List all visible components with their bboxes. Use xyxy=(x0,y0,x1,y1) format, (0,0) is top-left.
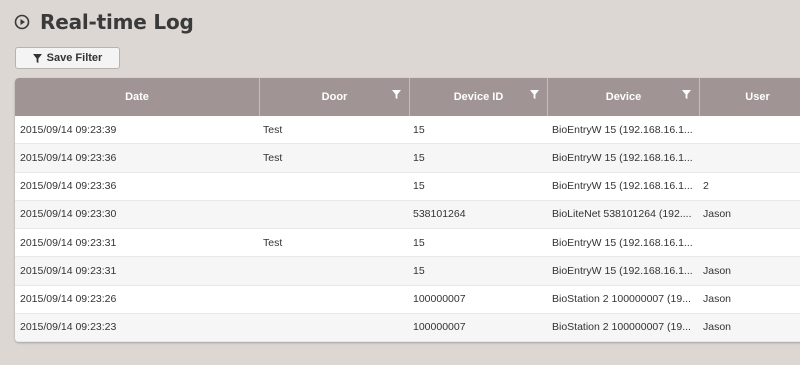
cell-date: 2015/09/14 09:23:36 xyxy=(20,151,117,164)
table-row[interactable]: 2015/09/14 09:23:26 100000007 BioStation 2… xyxy=(15,286,800,314)
save-filter-button[interactable]: Save Filter xyxy=(15,47,120,69)
cell-device-id: 15 xyxy=(413,180,425,193)
table-row[interactable]: 2015/09/14 09:23:39 Test 15 BioEntryW 15 (1… xyxy=(15,116,800,145)
table-row[interactable]: 2015/09/14 09:23:36 15 BioEntryW 15 (192.1… xyxy=(15,173,800,201)
table-row[interactable]: 2015/09/14 09:23:36 Test 15 BioEntryW 15 (1… xyxy=(15,144,800,173)
cell-device: BioStation 2 100000007 (19... xyxy=(552,321,691,334)
cell-device-id: 15 xyxy=(413,264,425,277)
log-table: Date Door Device ID Device User 2015/09/… xyxy=(15,78,800,342)
filter-icon[interactable] xyxy=(682,90,691,99)
cell-date: 2015/09/14 09:23:30 xyxy=(20,208,117,221)
column-header-door[interactable]: Door xyxy=(260,78,410,116)
cell-device: BioEntryW 15 (192.168.16.1... xyxy=(552,180,693,193)
table-body: 2015/09/14 09:23:39 Test 15 BioEntryW 15 (1… xyxy=(15,116,800,342)
cell-date: 2015/09/14 09:23:23 xyxy=(20,321,117,334)
cell-door: Test xyxy=(263,123,283,136)
table-row[interactable]: 2015/09/14 09:23:31 Test 15 BioEntryW 15 (1… xyxy=(15,229,800,258)
cell-device-id: 15 xyxy=(413,151,425,164)
cell-date: 2015/09/14 09:23:31 xyxy=(20,264,117,277)
page-header: Real-time Log xyxy=(14,10,194,34)
cell-user: Jason xyxy=(703,321,732,334)
column-label: Date xyxy=(125,91,149,103)
cell-device-id: 15 xyxy=(413,123,425,136)
cell-device-id: 538101264 xyxy=(413,208,466,221)
cell-user: 2 xyxy=(703,180,709,193)
table-header: Date Door Device ID Device User xyxy=(15,78,800,116)
page-title: Real-time Log xyxy=(40,10,194,34)
cell-door: Test xyxy=(263,236,283,249)
cell-user: Jason xyxy=(703,264,732,277)
table-row[interactable]: 2015/09/14 09:23:23 100000007 BioStation 2… xyxy=(15,313,800,342)
cell-date: 2015/09/14 09:23:36 xyxy=(20,180,117,193)
cell-device: BioEntryW 15 (192.168.16.1... xyxy=(552,151,693,164)
column-label: Door xyxy=(321,91,348,103)
cell-date: 2015/09/14 09:23:39 xyxy=(20,123,117,136)
column-label: Device ID xyxy=(453,91,504,103)
filter-icon[interactable] xyxy=(392,90,401,99)
column-header-device[interactable]: Device xyxy=(548,78,700,116)
cell-device-id: 15 xyxy=(413,236,425,249)
cell-device: BioLiteNet 538101264 (192.... xyxy=(552,208,692,221)
save-filter-label: Save Filter xyxy=(46,52,103,64)
cell-device: BioEntryW 15 (192.168.16.1... xyxy=(552,123,693,136)
cell-date: 2015/09/14 09:23:31 xyxy=(20,236,117,249)
play-circle-icon xyxy=(14,14,30,30)
column-label: User xyxy=(745,91,770,103)
column-header-user[interactable]: User xyxy=(700,78,800,116)
cell-device: BioStation 2 100000007 (19... xyxy=(552,293,691,306)
cell-door: Test xyxy=(263,151,283,164)
table-row[interactable]: 2015/09/14 09:23:31 15 BioEntryW 15 (192.1… xyxy=(15,257,800,286)
column-label: Device xyxy=(605,91,642,103)
table-row[interactable]: 2015/09/14 09:23:30 538101264 BioLiteNet 5… xyxy=(15,200,800,229)
cell-device-id: 100000007 xyxy=(413,321,466,334)
cell-date: 2015/09/14 09:23:26 xyxy=(20,293,117,306)
cell-device-id: 100000007 xyxy=(413,293,466,306)
column-header-date[interactable]: Date xyxy=(15,78,260,116)
cell-user: Jason xyxy=(703,293,732,306)
cell-device: BioEntryW 15 (192.168.16.1... xyxy=(552,236,693,249)
filter-icon xyxy=(32,53,42,63)
cell-user: Jason xyxy=(703,208,732,221)
cell-device: BioEntryW 15 (192.168.16.1... xyxy=(552,264,693,277)
column-header-device-id[interactable]: Device ID xyxy=(410,78,548,116)
filter-icon[interactable] xyxy=(530,90,539,99)
